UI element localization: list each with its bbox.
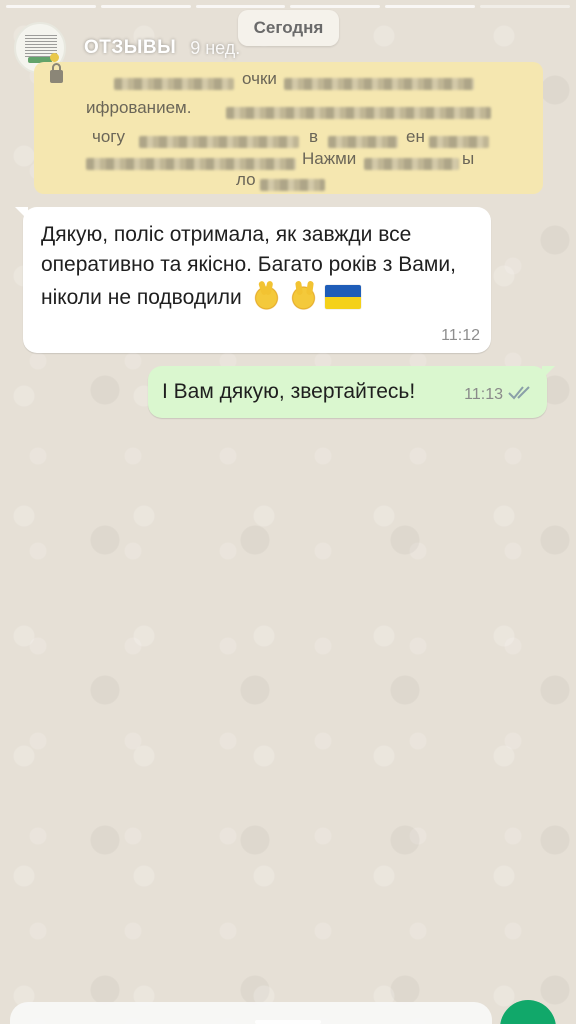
- message-body: Дякую, поліс отримала, як завжди все опе…: [41, 223, 456, 309]
- story-progress-bars: [6, 5, 570, 8]
- incoming-message-text: Дякую, поліс отримала, як завжди все опе…: [41, 220, 481, 313]
- channel-name[interactable]: ОТЗЫВЫ: [84, 37, 176, 59]
- encryption-fragment: ло: [236, 170, 256, 189]
- victory-hand-icon: [249, 280, 280, 310]
- outgoing-message[interactable]: І Вам дякую, звертайтесь! 11:13: [148, 366, 555, 418]
- sign-of-horns-icon: [287, 280, 318, 310]
- encryption-fragment: очки: [242, 69, 277, 88]
- story-progress-segment: [195, 5, 286, 8]
- story-progress-segment: [290, 5, 381, 8]
- avatar-emoji-icon: [50, 53, 59, 62]
- story-progress-segment: [480, 5, 570, 8]
- story-progress-segment: [100, 5, 191, 8]
- send-button[interactable]: [500, 1000, 556, 1024]
- message-composer[interactable]: [10, 1002, 492, 1024]
- home-indicator[interactable]: [255, 1020, 321, 1024]
- encryption-fragment: Нажми: [302, 149, 357, 168]
- read-receipt-double-check-icon: [508, 386, 530, 400]
- lock-icon: [50, 63, 63, 83]
- encryption-fragment: чогу: [92, 127, 126, 146]
- ukraine-flag-icon: [325, 285, 362, 309]
- message-time: 11:13: [464, 386, 503, 403]
- date-separator: Сегодня: [238, 10, 339, 46]
- encryption-fragment: ифрованием.: [86, 98, 192, 117]
- outgoing-message-text: І Вам дякую, звертайтесь!: [162, 380, 416, 403]
- encryption-fragment: ы: [462, 149, 475, 168]
- story-time: 9 нед.: [190, 37, 241, 58]
- encryption-notice[interactable]: очки ифрованием. чогу в ен Нажми ы ло: [34, 62, 543, 194]
- incoming-message[interactable]: Дякую, поліс отримала, як завжди все опе…: [15, 207, 491, 353]
- story-progress-segment: [6, 5, 96, 8]
- story-progress-segment: [385, 5, 476, 8]
- encryption-fragment: ен: [406, 127, 425, 146]
- message-time: 11:12: [441, 327, 480, 344]
